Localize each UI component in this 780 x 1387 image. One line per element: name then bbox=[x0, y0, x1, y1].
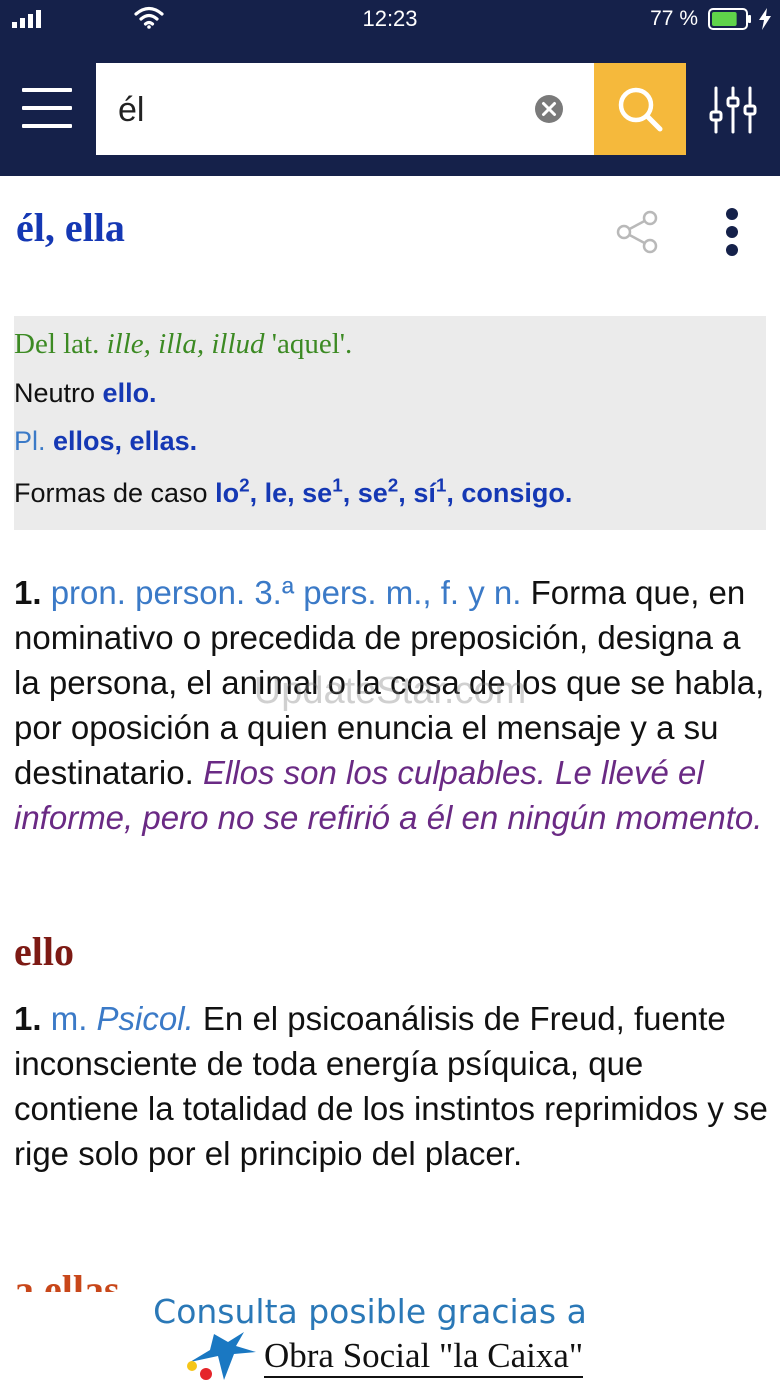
origin-latin: ille, illa, illud bbox=[106, 328, 265, 360]
subentry-definition-1: 1. m. Psicol. En el psicoanálisis de Fre… bbox=[14, 996, 770, 1176]
plural-value: ellos, ellas. bbox=[53, 426, 198, 456]
next-subentry-title: a ellas bbox=[14, 1270, 120, 1292]
formas-link[interactable]: sí1 bbox=[413, 475, 447, 508]
app-header: 12:23 77 % bbox=[0, 0, 780, 176]
homonym-number: 1 bbox=[332, 475, 343, 497]
homonym-number: 1 bbox=[435, 475, 447, 497]
grammar-label[interactable]: m. bbox=[51, 1000, 88, 1037]
homonym-number: 2 bbox=[239, 475, 250, 497]
separator: , bbox=[249, 478, 265, 508]
formas-link[interactable]: consigo. bbox=[461, 478, 572, 508]
formas-link[interactable]: se1 bbox=[302, 475, 343, 508]
charging-bolt-icon bbox=[759, 8, 771, 30]
vertical-dots-icon[interactable] bbox=[718, 204, 746, 260]
hamburger-menu-icon[interactable] bbox=[18, 80, 76, 136]
homonym-number: 2 bbox=[387, 475, 399, 497]
search-button[interactable] bbox=[594, 63, 686, 155]
la-caixa-star-logo bbox=[187, 1332, 256, 1380]
subentry-title: ello bbox=[14, 929, 74, 974]
separator: , bbox=[446, 478, 462, 508]
etymology-neutro: Neutro ello. bbox=[14, 378, 157, 409]
separator: , bbox=[342, 478, 358, 508]
neutro-link[interactable]: ello. bbox=[103, 378, 157, 408]
formas-label: Formas de caso bbox=[14, 478, 216, 508]
next-subentry-text: a ellas bbox=[14, 1270, 120, 1292]
formas-link[interactable]: lo2 bbox=[215, 475, 250, 508]
definition-number: 1. bbox=[14, 574, 42, 611]
search-input[interactable] bbox=[116, 83, 520, 137]
formas-link[interactable]: le bbox=[265, 478, 288, 508]
definition-1: 1. pron. person. 3.ª pers. m., f. y n. F… bbox=[14, 570, 770, 840]
formas-list: lo2, le, se1, se2, sí1, consigo. bbox=[215, 475, 572, 508]
formas-link[interactable]: se2 bbox=[358, 475, 399, 508]
status-bar: 12:23 77 % bbox=[0, 0, 780, 40]
sponsor-footer[interactable]: Consulta posible gracias a Obra Social "… bbox=[0, 1292, 780, 1387]
separator: , bbox=[287, 478, 303, 508]
etymology-plural: Pl. ellos, ellas. bbox=[14, 426, 197, 457]
entry-title: él, ella bbox=[16, 205, 125, 250]
sponsor-text: Consulta posible gracias a bbox=[153, 1292, 587, 1331]
battery-icon bbox=[708, 8, 751, 30]
plural-label: Pl. bbox=[14, 426, 54, 456]
separator: , bbox=[398, 478, 414, 508]
battery-percent: 77 % bbox=[650, 7, 698, 30]
grammar-label[interactable]: pron. person. 3.ª pers. m., f. y n. bbox=[51, 574, 522, 611]
neutro-label: Neutro bbox=[14, 378, 103, 408]
magnifier-icon bbox=[618, 87, 663, 132]
sliders-icon[interactable] bbox=[708, 86, 758, 134]
sponsor-logo-text: Obra Social "la Caixa" bbox=[264, 1336, 584, 1378]
search-box bbox=[96, 63, 594, 155]
field-label[interactable]: Psicol. bbox=[97, 1000, 194, 1037]
origin-prefix: Del lat. bbox=[14, 328, 107, 360]
etymology-box: Del lat. ille, illa, illud 'aquel'. Neut… bbox=[14, 316, 766, 530]
etymology-formas: Formas de caso lo2, le, se1, se2, sí1, c… bbox=[14, 475, 572, 509]
share-icon[interactable] bbox=[614, 208, 662, 256]
clear-circle-icon[interactable] bbox=[534, 94, 564, 124]
origin-suffix: 'aquel'. bbox=[264, 328, 353, 360]
definition-number: 1. bbox=[14, 1000, 42, 1037]
etymology-origin: Del lat. ille, illa, illud 'aquel'. bbox=[14, 328, 352, 361]
